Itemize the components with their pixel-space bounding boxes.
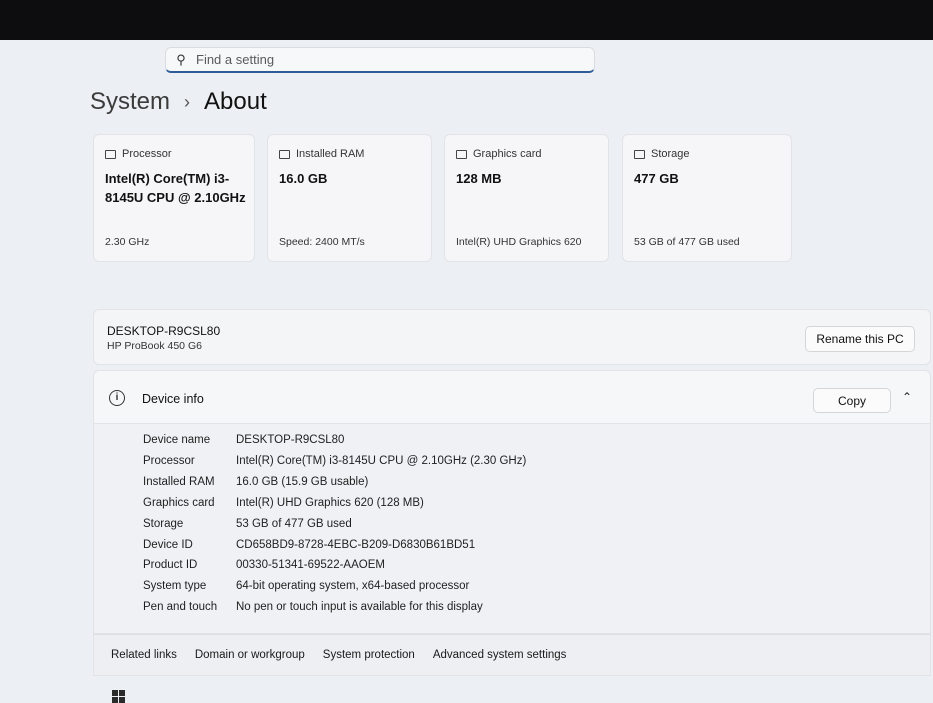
windows-logo-icon <box>112 690 125 703</box>
link-domain-workgroup[interactable]: Domain or workgroup <box>195 649 305 661</box>
breadcrumb-system[interactable]: System <box>90 88 170 116</box>
device-info-title: Device info <box>142 392 204 406</box>
device-info-body: Device name DESKTOP-R9CSL80 Processor In… <box>93 424 931 634</box>
ram-icon <box>279 149 290 159</box>
card-storage: Storage 477 GB 53 GB of 477 GB used <box>622 134 792 262</box>
card-value: 128 MB <box>456 171 502 186</box>
search-input[interactable] <box>196 52 576 67</box>
card-sub: Intel(R) UHD Graphics 620 <box>456 236 582 248</box>
card-label: Processor <box>122 148 172 160</box>
related-links-label: Related links <box>111 649 177 661</box>
pc-name-row: DESKTOP-R9CSL80 HP ProBook 450 G6 Rename… <box>93 309 931 365</box>
top-bezel <box>0 0 933 40</box>
info-icon: i <box>109 390 125 406</box>
spec-label: Storage <box>143 518 184 530</box>
device-info-header[interactable]: i Device info Copy ⌃ <box>93 370 931 424</box>
storage-icon <box>634 149 645 159</box>
spec-value: DESKTOP-R9CSL80 <box>236 434 345 446</box>
spec-label: Device name <box>143 434 211 446</box>
card-value: Intel(R) Core(TM) i3-8145U CPU @ 2.10GHz <box>105 171 246 205</box>
card-sub: 53 GB of 477 GB used <box>634 236 740 248</box>
card-label: Graphics card <box>473 148 542 160</box>
card-value: 16.0 GB <box>279 171 328 186</box>
search-box[interactable]: ⚲ <box>165 47 595 73</box>
spec-label: System type <box>143 580 207 592</box>
card-label: Storage <box>651 148 690 160</box>
pc-model: HP ProBook 450 G6 <box>107 340 202 352</box>
spec-value: 16.0 GB (15.9 GB usable) <box>236 476 369 488</box>
pc-name: DESKTOP-R9CSL80 <box>107 324 221 338</box>
card-label: Installed RAM <box>296 148 365 160</box>
spec-value: Intel(R) Core(TM) i3-8145U CPU @ 2.10GHz… <box>236 455 527 467</box>
page-title: About <box>204 88 267 115</box>
search-icon: ⚲ <box>176 51 186 67</box>
chevron-right-icon: › <box>184 91 191 112</box>
card-sub: 2.30 GHz <box>105 236 150 248</box>
related-links: Related links Domain or workgroup System… <box>93 634 931 676</box>
card-sub: Speed: 2400 MT/s <box>279 236 365 248</box>
spec-label: Graphics card <box>143 497 215 509</box>
breadcrumb: System › About <box>90 88 267 116</box>
chevron-up-icon[interactable]: ⌃ <box>902 390 912 404</box>
link-advanced-system-settings[interactable]: Advanced system settings <box>433 649 567 661</box>
card-graphics: Graphics card 128 MB Intel(R) UHD Graphi… <box>444 134 609 262</box>
spec-label: Product ID <box>143 559 198 571</box>
spec-label: Installed RAM <box>143 476 215 488</box>
spec-label: Device ID <box>143 539 193 551</box>
spec-value: 64-bit operating system, x64-based proce… <box>236 580 470 592</box>
spec-value: No pen or touch input is available for t… <box>236 601 483 613</box>
spec-value: Intel(R) UHD Graphics 620 (128 MB) <box>236 497 424 509</box>
spec-label: Processor <box>143 455 195 467</box>
processor-icon <box>105 149 116 159</box>
card-ram: Installed RAM 16.0 GB Speed: 2400 MT/s <box>267 134 432 262</box>
graphics-card-icon <box>456 149 467 159</box>
spec-label: Pen and touch <box>143 601 218 613</box>
spec-value: 53 GB of 477 GB used <box>236 518 352 530</box>
spec-value: CD658BD9-8728-4EBC-B209-D6830B61BD51 <box>236 539 476 551</box>
card-value: 477 GB <box>634 171 679 186</box>
link-system-protection[interactable]: System protection <box>323 649 415 661</box>
copy-button[interactable]: Copy <box>813 388 891 413</box>
spec-value: 00330-51341-69522-AAOEM <box>236 559 385 571</box>
card-processor: Processor Intel(R) Core(TM) i3-8145U CPU… <box>93 134 255 262</box>
rename-pc-button[interactable]: Rename this PC <box>805 326 915 352</box>
